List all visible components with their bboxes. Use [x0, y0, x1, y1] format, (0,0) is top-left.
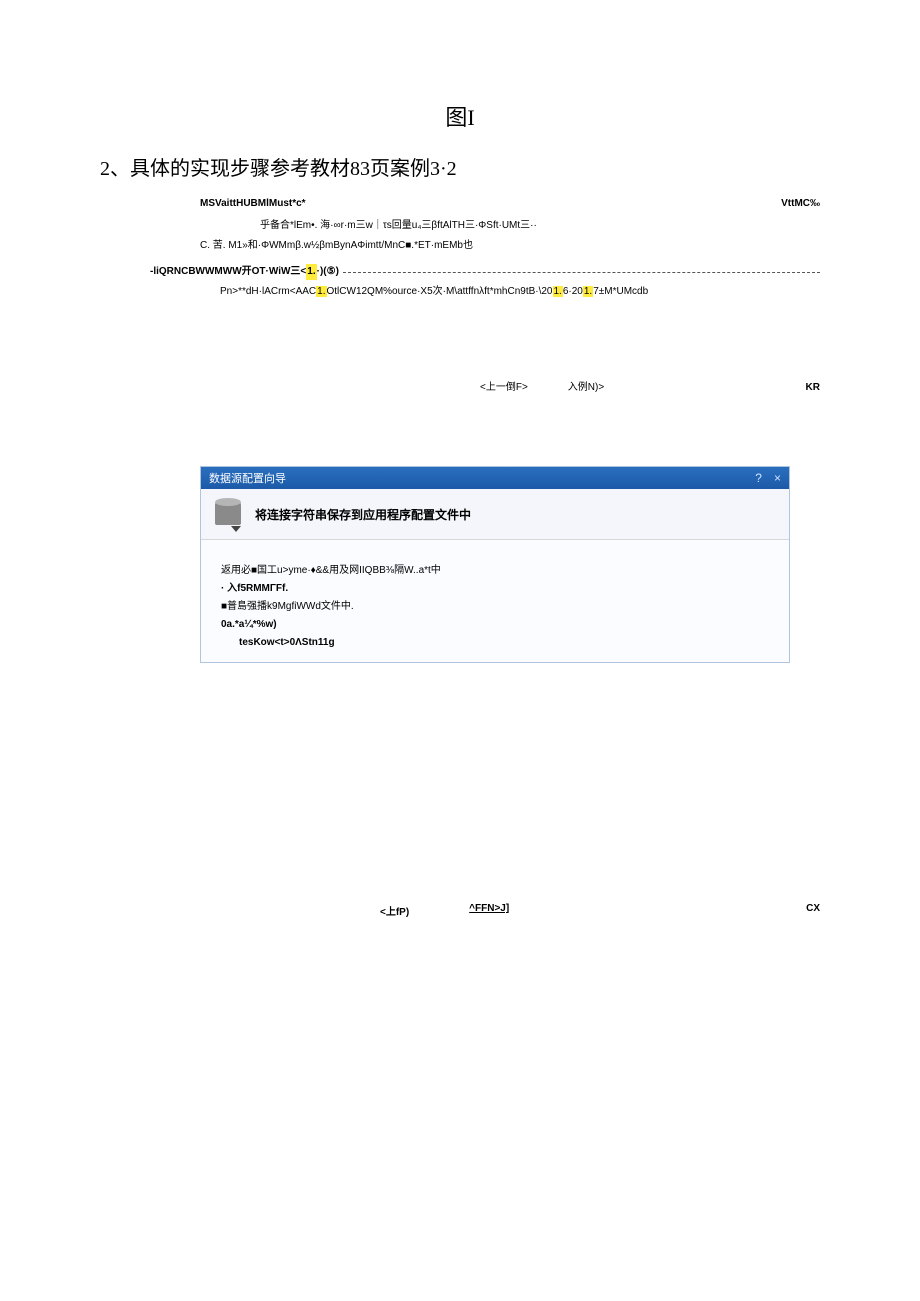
upper-line2: 乎备合*lEm•. 海·∞r·m三w｜τs回量u₄三βftAlTH三·ΦSft·… — [260, 218, 820, 234]
wiz-l4: 0a.*a¼*%w) — [221, 616, 769, 634]
help-icon[interactable]: ? — [755, 471, 762, 485]
prev-button-2[interactable]: <上fP) — [380, 903, 409, 918]
wiz-l1: 返用必■国工u>yme·♦&&用及网IIQBB⅜隔W..a*t中 — [221, 562, 769, 580]
wiz-l2: · 入f5RMMΓFf. — [221, 580, 769, 598]
l5b: OtlCW12QM%ource·X5次·M\attffnλft*mhCn9tB·… — [327, 286, 553, 297]
next-button-2[interactable]: ^FFN>J] — [469, 903, 509, 918]
dashed-separator-row: -liQRNCBWWMWW开OT·WiW三<1.·)(⑤) — [150, 264, 820, 280]
upper-nav-row: <上一倒F> 入例N)> KR — [480, 380, 820, 396]
upper-row1-right: VttMC‰ — [781, 196, 820, 212]
l5hl2: 1. — [553, 286, 563, 297]
wiz-l5: tesKow<t>0ΛStn11g — [239, 634, 769, 652]
section-heading: 2、具体的实现步骤参考教材83页案例3·2 — [100, 152, 820, 181]
lower-nav-row: <上fP) ^FFN>J] CX — [380, 903, 820, 918]
close-icon[interactable]: × — [774, 471, 781, 485]
document-page: 图I 2、具体的实现步骤参考教材83页案例3·2 MSVaittHUBMlMus… — [0, 0, 920, 968]
figure-caption: 图I — [100, 100, 820, 132]
wizard-titlebar: 数据源配置向导 ? × — [201, 467, 789, 489]
right-button-2[interactable]: CX — [806, 903, 820, 918]
wiz-l3: ■普島强播k9MgfiWWd文件中. — [221, 598, 769, 616]
l5c: 6·20 — [563, 286, 583, 297]
dashed-highlight: 1. — [306, 264, 316, 280]
l5hl3: 1. — [583, 286, 593, 297]
wizard-body: 返用必■国工u>yme·♦&&用及网IIQBB⅜隔W..a*t中 · 入f5RM… — [201, 540, 789, 662]
right-button[interactable]: KR — [806, 380, 820, 396]
upper-line5: Pn>**dH·lACrm<AAC1.OtlCW12QM%ource·X5次·M… — [220, 284, 820, 300]
l5d: 7±M*UMcdb — [593, 286, 648, 297]
wizard-header: 将连接字符串保存到应用程序配置文件中 — [201, 489, 789, 540]
l5hl1: 1. — [316, 286, 326, 297]
next-button[interactable]: 入例N)> — [568, 380, 604, 396]
upper-line3: C. 苦. M1»和·ΦWMmβ.w½βmBynAΦimtt/MnC■.*ET·… — [200, 238, 820, 254]
l5a: Pn>**dH·lACrm<AAC — [220, 286, 316, 297]
dashed-suffix: ·)(⑤) — [317, 264, 339, 280]
wizard-title: 数据源配置向导 — [209, 470, 743, 486]
wizard-dialog: 数据源配置向导 ? × 将连接字符串保存到应用程序配置文件中 返用必■国工u>y… — [200, 466, 790, 663]
wizard-header-text: 将连接字符串保存到应用程序配置文件中 — [255, 506, 471, 523]
database-icon — [215, 497, 245, 531]
dashed-line — [343, 272, 820, 273]
upper-row1-left: MSVaittHUBMlMust*c* — [200, 196, 306, 212]
dashed-prefix: -liQRNCBWWMWW开OT·WiW三< — [150, 264, 306, 280]
prev-button[interactable]: <上一倒F> — [480, 380, 528, 396]
upper-text-block: MSVaittHUBMlMust*c* VttMC‰ 乎备合*lEm•. 海·∞… — [200, 196, 820, 396]
